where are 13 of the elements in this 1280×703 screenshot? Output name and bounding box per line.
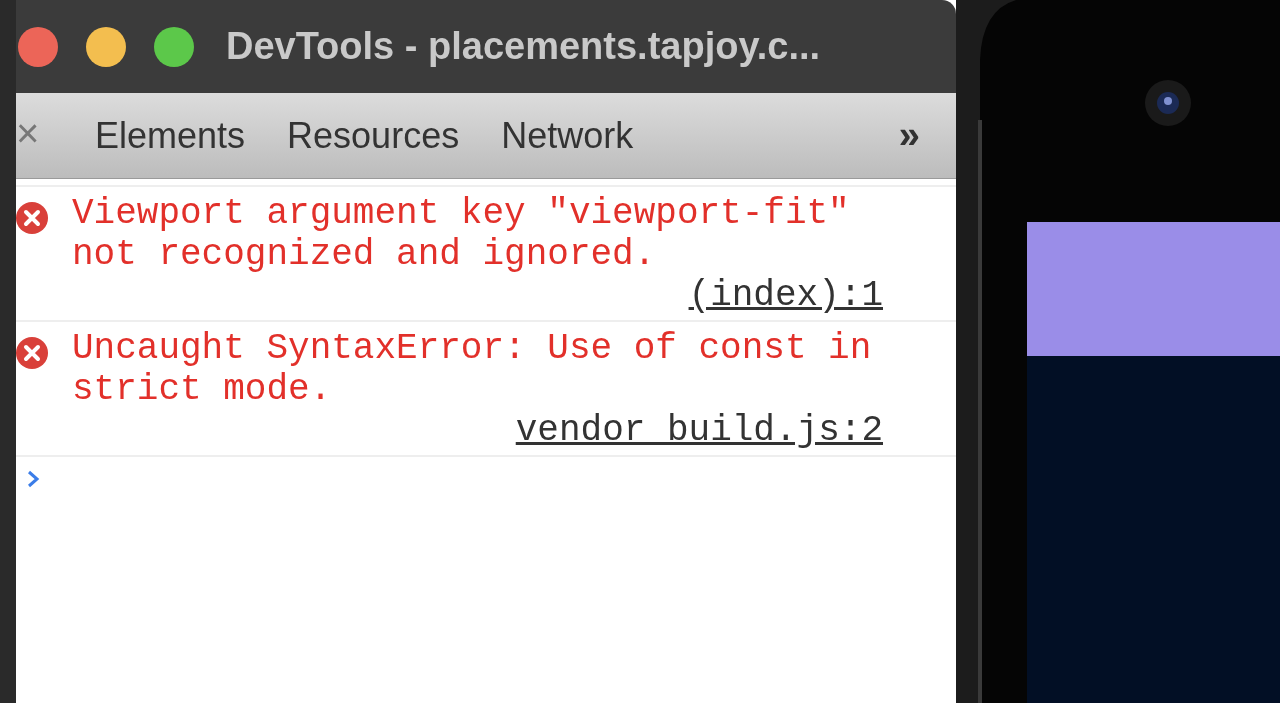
prompt-icon [26, 469, 40, 489]
zoom-button[interactable] [154, 26, 194, 67]
minimize-button[interactable] [86, 26, 126, 67]
source-link[interactable]: vendor_build.js:2 [515, 410, 883, 451]
more-tabs-button[interactable]: » [898, 114, 920, 157]
tab[interactable]: Network [501, 114, 634, 157]
error-message: Uncaught SyntaxError: Use of const in strict mode. [72, 328, 873, 410]
tab[interactable]: Elements [95, 114, 246, 157]
tab[interactable]: Resources [287, 114, 460, 157]
close-button[interactable] [18, 26, 58, 67]
window-title: DevTools - placements.tapjoy.c... [226, 25, 821, 68]
error-message: Viewport argument key "viewport-fit" not recognized and ignored. [72, 193, 851, 275]
source-link[interactable]: (index):1 [688, 275, 883, 316]
